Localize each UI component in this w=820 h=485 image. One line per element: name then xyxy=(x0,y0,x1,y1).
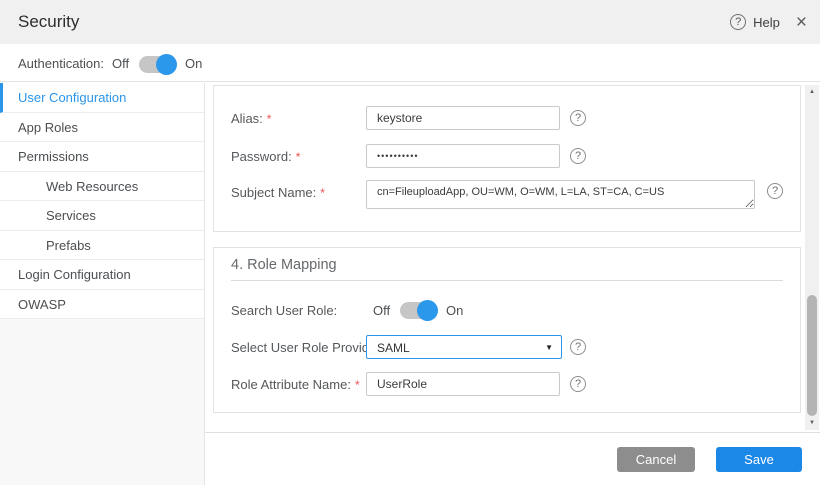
role-mapping-panel: 4. Role Mapping Search User Role: Off On… xyxy=(213,247,801,413)
help-icon[interactable]: ? xyxy=(730,14,746,30)
sidebar-item-prefabs[interactable]: Prefabs xyxy=(0,231,204,261)
search-role-off-label: Off xyxy=(373,303,390,318)
search-user-role-label: Search User Role: xyxy=(231,303,337,318)
required-mark: * xyxy=(355,378,360,392)
subject-name-textarea[interactable]: cn=FileuploadApp, OU=WM, O=WM, L=LA, ST=… xyxy=(366,180,755,209)
sidebar-item-services[interactable]: Services xyxy=(0,201,204,231)
chevron-down-icon: ▼ xyxy=(545,343,553,352)
sidebar-item-permissions[interactable]: Permissions xyxy=(0,142,204,172)
cancel-button[interactable]: Cancel xyxy=(617,447,695,472)
password-label: Password:* xyxy=(231,149,300,164)
authentication-off-label: Off xyxy=(112,56,129,71)
help-link[interactable]: Help xyxy=(753,15,780,30)
sidebar-item-login-configuration[interactable]: Login Configuration xyxy=(0,260,204,290)
sidebar: User Configuration App Roles Permissions… xyxy=(0,83,205,485)
scrollbar-thumb[interactable] xyxy=(807,295,817,416)
authentication-label: Authentication: xyxy=(18,56,104,71)
password-help-icon[interactable]: ? xyxy=(570,148,586,164)
main-content: Alias:* ? Password:* ? Subject Name:* cn… xyxy=(205,82,820,485)
role-provider-label: Select User Role Provider: xyxy=(231,340,384,355)
sidebar-item-web-resources[interactable]: Web Resources xyxy=(0,172,204,202)
role-provider-select[interactable]: SAML ▼ xyxy=(366,335,562,359)
page-title: Security xyxy=(18,12,79,32)
sidebar-item-app-roles[interactable]: App Roles xyxy=(0,113,204,143)
authentication-row: Authentication: Off On xyxy=(0,44,820,82)
sidebar-item-owasp[interactable]: OWASP xyxy=(0,290,204,320)
role-attribute-label: Role Attribute Name:* xyxy=(231,377,360,392)
scroll-up-icon[interactable]: ▲ xyxy=(805,89,819,95)
role-mapping-title: 4. Role Mapping xyxy=(231,257,337,273)
title-bar: Security ? Help × xyxy=(0,0,820,44)
required-mark: * xyxy=(320,186,325,200)
alias-label: Alias:* xyxy=(231,111,271,126)
subject-name-help-icon[interactable]: ? xyxy=(767,183,783,199)
password-input[interactable] xyxy=(366,144,560,168)
search-role-on-label: On xyxy=(446,303,463,318)
footer-actions: Cancel Save xyxy=(617,447,802,472)
role-provider-value: SAML xyxy=(377,341,410,355)
toggle-knob xyxy=(417,300,438,321)
role-attribute-help-icon[interactable]: ? xyxy=(570,376,586,392)
subject-name-label: Subject Name:* xyxy=(231,185,325,200)
save-button[interactable]: Save xyxy=(716,447,802,472)
scroll-down-icon[interactable]: ▼ xyxy=(805,420,819,426)
authentication-toggle[interactable] xyxy=(139,55,176,74)
close-icon[interactable]: × xyxy=(796,13,807,32)
toggle-knob xyxy=(156,54,177,75)
scrollbar[interactable]: ▲ ▼ xyxy=(805,85,819,430)
sidebar-item-user-configuration[interactable]: User Configuration xyxy=(0,83,204,113)
authentication-on-label: On xyxy=(185,56,202,71)
alias-help-icon[interactable]: ? xyxy=(570,110,586,126)
header-actions: ? Help × xyxy=(730,0,807,44)
section-divider xyxy=(231,280,783,281)
required-mark: * xyxy=(296,150,301,164)
role-provider-help-icon[interactable]: ? xyxy=(570,339,586,355)
role-attribute-input[interactable] xyxy=(366,372,560,396)
keystore-panel: Alias:* ? Password:* ? Subject Name:* cn… xyxy=(213,85,801,232)
footer-divider xyxy=(205,432,820,433)
alias-input[interactable] xyxy=(366,106,560,130)
search-user-role-toggle[interactable] xyxy=(400,301,437,320)
required-mark: * xyxy=(267,112,272,126)
